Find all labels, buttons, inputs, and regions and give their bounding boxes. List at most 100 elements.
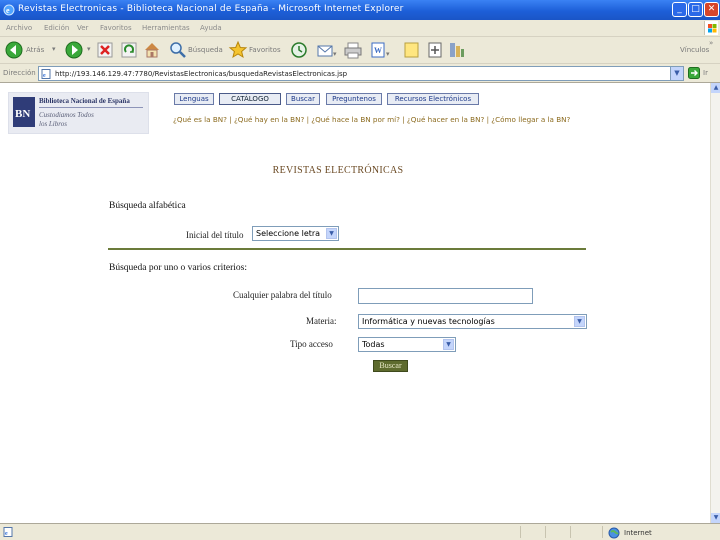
menu-herramientas[interactable]: Herramientas [142, 24, 190, 32]
internet-explorer-icon: e [3, 4, 15, 16]
nav-button-catalogo[interactable]: CATÁLOGO [219, 93, 281, 105]
subject-label: Materia: [306, 316, 337, 326]
research-icon [428, 42, 442, 58]
status-bar: e Internet [0, 523, 720, 540]
internet-zone-label: Internet [624, 529, 652, 537]
back-dropdown-icon[interactable]: ▾ [52, 45, 56, 53]
access-type-select[interactable]: Todas ▼ [358, 337, 456, 352]
initial-letter-label: Inicial del título [186, 230, 244, 240]
menu-archivo[interactable]: Archivo [6, 24, 32, 32]
page-status-icon: e [3, 527, 13, 537]
chevron-down-icon[interactable]: ▼ [574, 316, 585, 327]
info-links-row[interactable]: ¿Qué es la BN? | ¿Qué hay en la BN? | ¿Q… [173, 115, 570, 124]
close-button[interactable]: ✕ [704, 2, 719, 17]
svg-text:▾: ▾ [333, 50, 337, 58]
svg-text:e: e [43, 73, 46, 79]
favorites-label[interactable]: Favoritos [249, 46, 281, 54]
initial-letter-value: Seleccione letra [256, 229, 321, 238]
chevron-down-icon[interactable]: ▼ [443, 339, 454, 350]
menu-ver[interactable]: Ver [77, 24, 88, 32]
access-type-label: Tipo acceso [290, 339, 333, 349]
title-word-input[interactable] [358, 288, 533, 304]
print-button[interactable] [343, 40, 363, 60]
nav-button-preguntenos[interactable]: Preguntenos [326, 93, 382, 105]
go-arrow-icon[interactable] [688, 67, 700, 79]
messenger-button[interactable] [448, 40, 466, 60]
back-button[interactable] [4, 40, 24, 60]
bn-logo[interactable]: BN Biblioteca Nacional de España Custodi… [8, 92, 149, 134]
back-icon [5, 41, 23, 59]
status-separator [545, 526, 546, 538]
page-content: BN Biblioteca Nacional de España Custodi… [0, 83, 710, 523]
search-submit-button[interactable]: Buscar [373, 360, 408, 372]
page-icon: e [41, 69, 51, 79]
forward-button[interactable] [64, 40, 84, 60]
history-button[interactable] [289, 40, 309, 60]
subject-select[interactable]: Informática y nuevas tecnologías ▼ [358, 314, 587, 329]
forward-dropdown-icon[interactable]: ▾ [87, 45, 91, 53]
scroll-down-icon[interactable]: ▼ [711, 513, 720, 523]
toolbar-chevron-icon[interactable]: » [709, 39, 713, 47]
refresh-icon [121, 42, 137, 58]
nav-button-buscar[interactable]: Buscar [286, 93, 320, 105]
nav-button-recursos-electronicos[interactable]: Recursos Electrónicos [387, 93, 479, 105]
stop-button[interactable] [96, 40, 114, 60]
windows-logo-icon [704, 21, 718, 35]
minimize-button[interactable]: _ [672, 2, 687, 17]
criteria-search-title: Búsqueda por uno o varios criterios: [109, 263, 247, 273]
status-separator [520, 526, 521, 538]
section-divider [108, 248, 586, 250]
svg-text:W: W [374, 46, 382, 55]
window-title: Revistas Electronicas - Biblioteca Nacio… [18, 4, 404, 14]
address-url: http://193.146.129.47:7780/RevistasElect… [55, 70, 348, 78]
menu-favoritos[interactable]: Favoritos [100, 24, 132, 32]
home-button[interactable] [142, 40, 162, 60]
links-label[interactable]: Vínculos [680, 46, 709, 54]
bn-logo-mark-icon: BN [13, 97, 35, 127]
search-button[interactable] [168, 40, 188, 60]
toolbar: Atrás ▾ ▾ Búsqueda Favoritos ▾ W ▾ Víncu… [0, 37, 720, 64]
favorites-button[interactable] [228, 40, 248, 60]
scroll-up-icon[interactable]: ▲ [711, 83, 720, 93]
forward-icon [65, 41, 83, 59]
discuss-icon [404, 42, 419, 58]
address-dropdown-icon[interactable]: ▼ [670, 67, 683, 80]
print-icon [344, 42, 362, 59]
edit-button[interactable]: W ▾ [370, 40, 392, 60]
menu-edicion[interactable]: Edición [44, 24, 69, 32]
subject-value: Informática y nuevas tecnologías [362, 317, 495, 326]
address-input[interactable]: e http://193.146.129.47:7780/RevistasEle… [38, 66, 684, 81]
vertical-scrollbar[interactable]: ▲ ▼ [710, 83, 720, 523]
mail-button[interactable]: ▾ [316, 40, 338, 60]
discuss-button[interactable] [403, 40, 421, 60]
stop-icon [97, 42, 113, 58]
menu-ayuda[interactable]: Ayuda [200, 24, 222, 32]
research-button[interactable] [426, 40, 444, 60]
search-label[interactable]: Búsqueda [188, 46, 223, 54]
bn-slogan-line1: Custodiamos Todos [39, 111, 94, 119]
go-label[interactable]: Ir [703, 69, 708, 77]
refresh-button[interactable] [120, 40, 138, 60]
nav-button-lenguas[interactable]: Lenguas [174, 93, 214, 105]
mail-icon: ▾ [317, 45, 337, 58]
chevron-down-icon[interactable]: ▼ [326, 228, 337, 239]
svg-text:▾: ▾ [386, 50, 390, 58]
back-label[interactable]: Atrás [26, 46, 44, 54]
edit-icon: W ▾ [371, 42, 390, 58]
maximize-button[interactable]: □ [688, 2, 703, 17]
bn-mark-text: BN [15, 108, 30, 120]
logo-divider [39, 107, 143, 108]
internet-zone-globe-icon [608, 527, 620, 539]
bn-logo-name: Biblioteca Nacional de España [39, 97, 130, 105]
home-icon [145, 43, 159, 58]
address-bar: Dirección e http://193.146.129.47:7780/R… [0, 64, 720, 83]
search-icon [170, 42, 186, 58]
window-titlebar[interactable]: e Revistas Electronicas - Biblioteca Nac… [0, 0, 720, 20]
bn-slogan-line2: los Libros [39, 120, 67, 128]
svg-text:e: e [5, 531, 8, 537]
svg-text:e: e [6, 6, 10, 15]
favorites-star-icon [228, 40, 248, 59]
title-word-label: Cualquier palabra del título [233, 290, 332, 300]
access-type-value: Todas [362, 340, 385, 349]
initial-letter-select[interactable]: Seleccione letra ▼ [252, 226, 339, 241]
